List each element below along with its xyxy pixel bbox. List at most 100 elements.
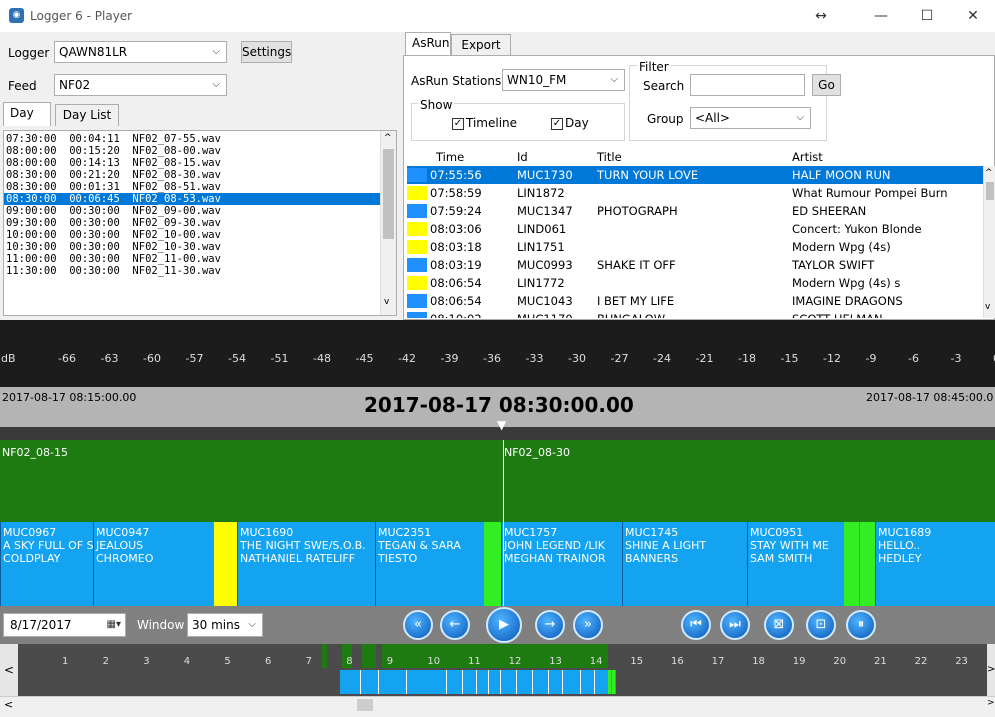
previous-item-button[interactable]: ⏮: [681, 610, 711, 640]
asrun-scrollbar[interactable]: ^ v: [983, 166, 995, 318]
day-list-row[interactable]: 07:30:00 00:04:11 NF02_07-55.wav: [4, 133, 380, 145]
asrun-segment[interactable]: MUC0947 JEALOUS CHROMEO: [93, 522, 214, 606]
asrun-row[interactable]: 08:03:19 MUC0993 SHAKE IT OFF TAYLOR SWIFT: [407, 256, 989, 274]
day-list-row[interactable]: 08:30:00 00:21:20 NF02_08-30.wav: [4, 169, 380, 181]
asrun-segment[interactable]: MUC1757 JOHN LEGEND /LIK MEGHAN TRAINOR: [501, 522, 622, 606]
liner-block[interactable]: [214, 522, 230, 606]
meter-tick-label: -42: [398, 352, 416, 365]
mark-in-button[interactable]: ⊠: [764, 610, 794, 640]
settings-button[interactable]: Settings: [241, 41, 292, 63]
playhead-marker-icon[interactable]: ▼: [497, 418, 506, 432]
scroll-thumb[interactable]: [383, 149, 394, 239]
meter-tick-label: -57: [185, 352, 204, 365]
day-list-row[interactable]: 08:00:00 00:14:13 NF02_08-15.wav: [4, 157, 380, 169]
minimize-button[interactable]: —: [858, 0, 904, 32]
asrun-cell-id: MUC1170: [517, 310, 573, 318]
logger-select[interactable]: QAWN81LR ⌵: [54, 41, 227, 63]
meter-tick-label: -18: [738, 352, 756, 365]
chevron-up-icon[interactable]: ^: [985, 168, 993, 178]
imaging-block[interactable]: [484, 522, 501, 606]
logger-value: QAWN81LR: [59, 45, 128, 59]
go-button[interactable]: Go: [812, 74, 841, 96]
col-artist[interactable]: Artist: [792, 148, 823, 166]
asrun-row[interactable]: 07:59:24 MUC1347 PHOTOGRAPH ED SHEERAN: [407, 202, 989, 220]
chevron-down-icon[interactable]: v: [985, 302, 990, 312]
close-button[interactable]: ✕: [950, 0, 995, 32]
overview-right-arrow[interactable]: >: [987, 644, 995, 696]
recording-track[interactable]: [0, 440, 995, 522]
overview-left-arrow[interactable]: <: [0, 644, 18, 696]
imaging-block[interactable]: [860, 522, 876, 606]
imaging-block[interactable]: [844, 522, 859, 606]
asrun-segment[interactable]: MUC1745 SHINE A LIGHT BANNERS: [622, 522, 747, 606]
mark-out-button[interactable]: ⏸: [846, 610, 876, 640]
asrun-segment[interactable]: MUC1689 HELLO.. HEDLEY: [875, 522, 995, 606]
group-select[interactable]: <All> ⌵: [690, 107, 811, 129]
tab-asrun[interactable]: AsRun: [405, 32, 451, 56]
scroll-thumb[interactable]: [986, 182, 994, 200]
day-file-list[interactable]: 07:30:00 00:04:11 NF02_07-55.wav 08:00:00…: [3, 130, 397, 316]
horizontal-scrollbar[interactable]: < >: [0, 696, 995, 713]
col-title[interactable]: Title: [597, 148, 622, 166]
day-list-row[interactable]: 08:00:00 00:15:20 NF02_08-00.wav: [4, 145, 380, 157]
meter-tick-label: -24: [653, 352, 671, 365]
category-swatch: [407, 186, 427, 200]
day-list-row[interactable]: 08:30:00 00:01:31 NF02_08-51.wav: [4, 181, 380, 193]
fast-forward-button[interactable]: »: [573, 610, 603, 640]
scroll-right-arrow[interactable]: >: [987, 698, 995, 708]
asrun-row[interactable]: 08:03:06 LIND061 Concert: Yukon Blonde: [407, 220, 989, 238]
fast-rewind-button[interactable]: «: [403, 610, 433, 640]
resize-icon[interactable]: ↔: [798, 0, 844, 32]
overview-hour-label: 13: [549, 656, 562, 667]
scroll-thumb[interactable]: [357, 699, 373, 711]
category-swatch: [407, 312, 427, 318]
next-item-button[interactable]: ⏭: [720, 610, 750, 640]
overview-hour-label: 8: [346, 656, 353, 667]
asrun-segment[interactable]: MUC0967 A SKY FULL OF S COLDPLAY: [0, 522, 93, 606]
search-input[interactable]: [690, 74, 805, 96]
asrun-row[interactable]: 08:10:02 MUC1170 BUNGALOW SCOTT HELMAN: [407, 310, 989, 318]
liner-block[interactable]: [230, 522, 237, 606]
day-list-row[interactable]: 09:30:00 00:30:00 NF02_09-30.wav: [4, 217, 380, 229]
asrun-row[interactable]: 08:06:54 LIN1772 Modern Wpg (4s) s: [407, 274, 989, 292]
col-id[interactable]: Id: [517, 148, 528, 166]
day-list-scrollbar[interactable]: ^ v: [380, 131, 396, 315]
day-checkbox[interactable]: ✓ Day: [551, 116, 589, 130]
meter-tick-label: -9: [865, 352, 877, 365]
asrun-row[interactable]: 08:03:18 LIN1751 Modern Wpg (4s): [407, 238, 989, 256]
asrun-row[interactable]: 08:06:54 MUC1043 I BET MY LIFE IMAGINE DRAG…: [407, 292, 989, 310]
chevron-down-icon[interactable]: v: [384, 297, 389, 307]
day-list-row[interactable]: 09:00:00 00:30:00 NF02_09-00.wav: [4, 205, 380, 217]
step-back-button[interactable]: ←: [440, 610, 470, 640]
day-list-row[interactable]: 11:00:00 00:30:00 NF02_11-00.wav: [4, 253, 380, 265]
day-list-row[interactable]: 08:30:00 00:06:45 NF02_08-53.wav: [4, 193, 380, 205]
asrun-stations-select[interactable]: WN10_FM ⌵: [502, 69, 625, 91]
scroll-left-arrow[interactable]: <: [4, 698, 13, 711]
asrun-cell-time: 07:59:24: [430, 204, 482, 218]
window-select[interactable]: 30 mins ⌵: [187, 613, 263, 637]
day-list-row[interactable]: 10:30:00 00:30:00 NF02_10-30.wav: [4, 241, 380, 253]
feed-select[interactable]: NF02 ⌵: [54, 74, 227, 96]
tab-day[interactable]: Day: [3, 102, 51, 126]
asrun-segment[interactable]: MUC0951 STAY WITH ME SAM SMITH: [747, 522, 844, 606]
timeline-checkbox[interactable]: ✓ Timeline: [452, 116, 517, 130]
tab-day-list[interactable]: Day List: [55, 104, 119, 126]
asrun-table[interactable]: Time Id Title Artist 07:55:56 MUC1730 TURN…: [407, 148, 989, 318]
col-time[interactable]: Time: [436, 148, 464, 166]
segment-title: STAY WITH ME: [750, 539, 829, 552]
day-list-row[interactable]: 11:30:00 00:30:00 NF02_11-30.wav: [4, 265, 380, 277]
play-button[interactable]: ▶: [486, 607, 522, 643]
date-picker[interactable]: 8/17/2017 ▦▾: [3, 613, 126, 637]
chevron-up-icon[interactable]: ^: [384, 133, 392, 143]
maximize-button[interactable]: ☐: [904, 0, 950, 32]
overview-hour-label: 4: [183, 656, 191, 667]
tab-export[interactable]: Export: [451, 34, 511, 56]
asrun-row[interactable]: 07:58:59 LIN1872 What Rumour Pompei Burn: [407, 184, 989, 202]
asrun-segment[interactable]: MUC2351 TEGAN & SARA TIESTO: [375, 522, 484, 606]
asrun-row[interactable]: 07:55:56 MUC1730 TURN YOUR LOVE HALF MOON R…: [407, 166, 989, 184]
calendar-icon[interactable]: ▦▾: [107, 614, 121, 636]
step-forward-button[interactable]: →: [535, 610, 565, 640]
asrun-segment[interactable]: MUC1690 THE NIGHT SWE/S.O.B. NATHANIEL RAT…: [237, 522, 375, 606]
day-list-row[interactable]: 10:00:00 00:30:00 NF02_10-00.wav: [4, 229, 380, 241]
mark-range-button[interactable]: ⊡: [806, 610, 836, 640]
